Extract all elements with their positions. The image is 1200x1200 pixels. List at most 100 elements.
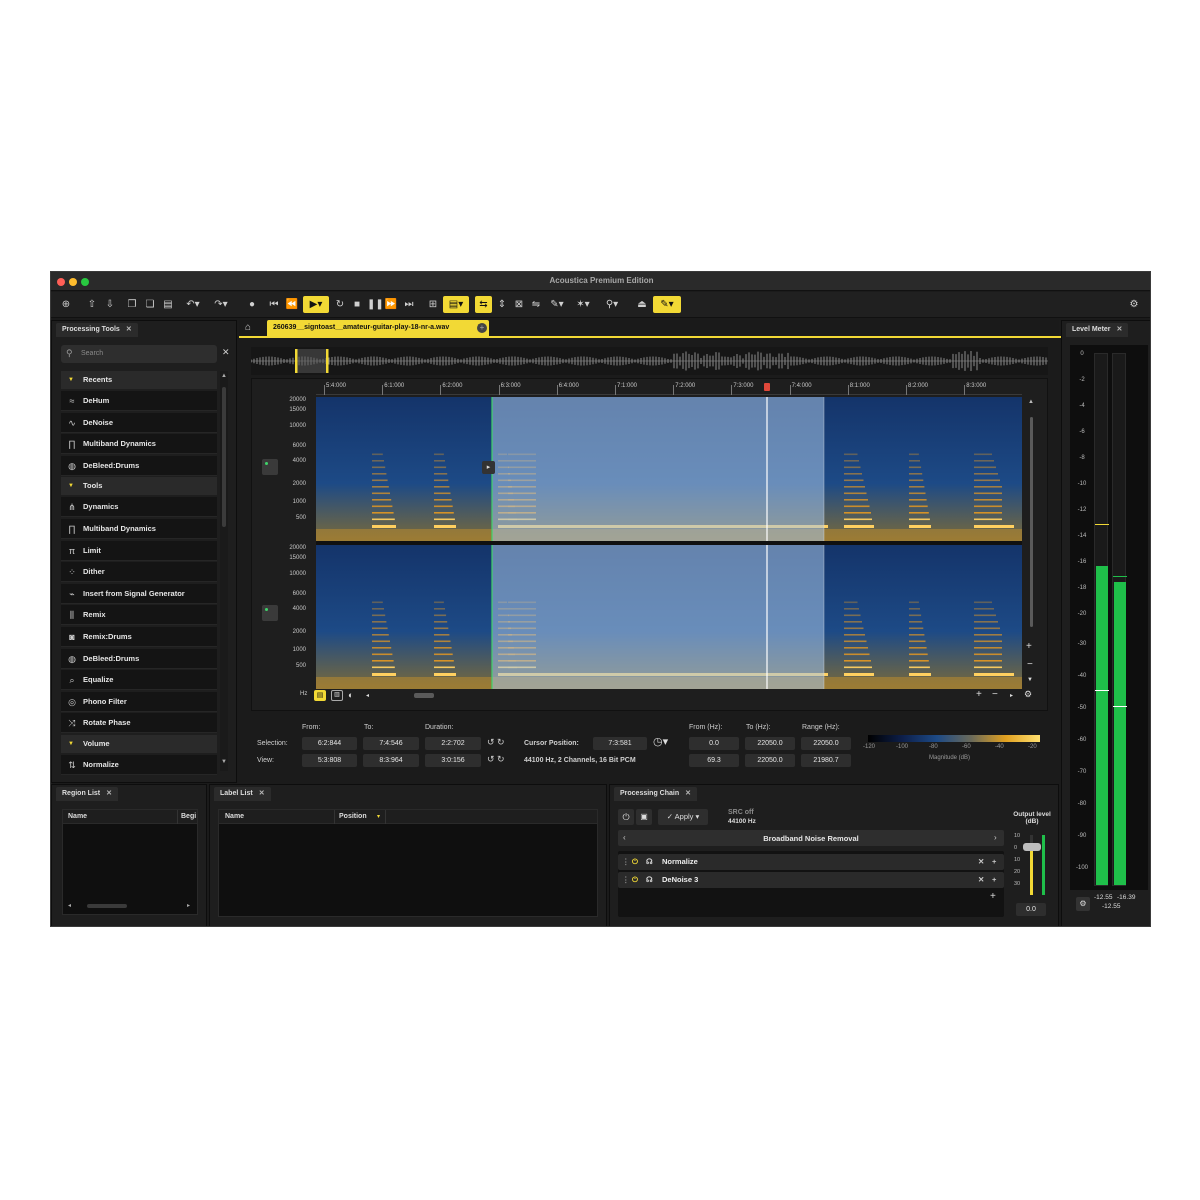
pencil-icon[interactable]: ✎▾ (653, 296, 681, 313)
tool-normalize[interactable]: ⇅ Normalize (61, 755, 217, 775)
selection-to-field[interactable]: 7:4:546 (363, 737, 419, 750)
undo-icon[interactable]: ↶▾ (183, 296, 203, 313)
brush-icon[interactable]: ✎▾ (547, 296, 567, 313)
copy-icon[interactable]: ❐ (125, 296, 139, 313)
tool-multiband-dynamics[interactable]: ∏ Multiband Dynamics (61, 519, 217, 539)
freq-view-range-field[interactable]: 21980.7 (801, 754, 851, 767)
output-level-field[interactable]: 0.0 (1016, 903, 1046, 916)
search-input[interactable]: ⚲ Search (61, 345, 217, 363)
settings-icon[interactable]: ⚙ (1127, 296, 1141, 313)
export-icon[interactable]: ⇧ (85, 296, 99, 313)
tab-processing-chain[interactable]: Processing Chain ✕ (614, 787, 698, 801)
column-begin[interactable]: Begi (181, 813, 196, 820)
add-effect-icon[interactable]: + (990, 891, 996, 902)
tool-multiband-dynamics[interactable]: ∏ Multiband Dynamics (61, 434, 217, 455)
select-icon[interactable]: ⇕ (495, 296, 509, 313)
scroll-down-icon[interactable]: ▼ (1027, 677, 1033, 683)
meter-settings-icon[interactable]: ⚙ (1076, 897, 1090, 911)
column-name[interactable]: Name (225, 813, 244, 820)
horizontal-scroll-thumb[interactable] (414, 693, 434, 698)
freq-range-field[interactable]: 22050.0 (801, 737, 851, 750)
contrast-icon[interactable]: ◐ (348, 690, 353, 700)
zoom-in-horizontal-icon[interactable]: + (976, 689, 982, 700)
tool-dynamics[interactable]: ⋔ Dynamics (61, 497, 217, 518)
scroll-left-icon[interactable]: ◂ (68, 902, 71, 909)
drag-handle-icon[interactable]: ⋮ (622, 872, 630, 888)
freq-from-field[interactable]: 0.0 (689, 737, 739, 750)
add-icon[interactable]: ⊕ (57, 296, 75, 313)
pause-icon[interactable]: ❚❚ (367, 296, 384, 313)
zoom-out-vertical-icon[interactable]: − (1027, 659, 1033, 670)
record-icon[interactable]: ● (245, 296, 259, 313)
output-level-slider[interactable] (1023, 843, 1041, 851)
tool-dehum[interactable]: ≈ DeHum (61, 391, 217, 411)
new-tab-icon[interactable]: + (477, 323, 487, 333)
cursor-position-field[interactable]: 7:3:581 (593, 737, 647, 750)
zoom-icon[interactable]: ⚲▾ (601, 296, 623, 313)
headphones-icon[interactable]: ☊ (646, 854, 653, 870)
snap-icon[interactable]: ⇆ (475, 296, 492, 313)
drag-handle-icon[interactable]: ⋮ (622, 854, 630, 870)
skip-start-icon[interactable]: ⏮ (267, 296, 281, 313)
tool-remix[interactable]: ⫼ Remix (61, 605, 217, 626)
paste-icon[interactable]: ❏ (143, 296, 157, 313)
save-icon[interactable]: ⇩ (103, 296, 117, 313)
tool-insert-from-signal-generator[interactable]: ⌁ Insert from Signal Generator (61, 583, 217, 604)
duplicate-icon[interactable]: ▤ (161, 296, 175, 313)
power-icon[interactable]: ⏻ (618, 809, 634, 825)
selection-duration-field[interactable]: 2:2:702 (425, 737, 481, 750)
zoom-out-horizontal-icon[interactable]: − (992, 689, 998, 700)
tool-remix-drums[interactable]: ◙ Remix:Drums (61, 627, 217, 647)
tool-equalize[interactable]: ⌕ Equalize (61, 670, 217, 691)
add-icon[interactable]: + (992, 854, 996, 870)
lasso-icon[interactable]: ⇋ (529, 296, 543, 313)
freq-to-field[interactable]: 22050.0 (745, 737, 795, 750)
spectrogram-display-icon[interactable]: ▤ (314, 690, 326, 701)
tool-phono-filter[interactable]: ◎ Phono Filter (61, 691, 217, 712)
overview-waveform[interactable] (250, 347, 1048, 375)
tool-rotate-phase[interactable]: ⤨ Rotate Phase (61, 713, 217, 734)
view-from-field[interactable]: 5:3:808 (302, 754, 357, 767)
region-scroll-thumb[interactable] (87, 904, 127, 908)
chain-item[interactable]: ⋮ ⏻ ☊ DeNoise 3 ✕ + (618, 872, 1004, 888)
tool-debleed-drums[interactable]: ◍ DeBleed:Drums (61, 648, 217, 669)
zoom-in-vertical-icon[interactable]: + (1026, 641, 1032, 652)
selection-from-field[interactable]: 6:2:844 (302, 737, 357, 750)
close-icon[interactable]: ✕ (1117, 326, 1123, 333)
spectrogram-channel-1[interactable] (316, 397, 1022, 541)
playhead-marker[interactable] (764, 383, 770, 391)
close-icon[interactable]: ✕ (106, 790, 112, 797)
redo-icon[interactable]: ↷▾ (211, 296, 231, 313)
loop-icon[interactable]: ↻ (333, 296, 347, 313)
fit-icon[interactable]: ⏏ (635, 296, 649, 313)
waveform-display-icon[interactable]: ▥ (331, 690, 343, 701)
preset-icon[interactable]: ▣ (636, 809, 652, 825)
view-undo-icon[interactable]: ↺ ↻ (487, 754, 505, 765)
view-to-field[interactable]: 8:3:964 (363, 754, 419, 767)
close-icon[interactable]: ✕ (259, 790, 265, 797)
section-recents[interactable]: ▼ Recents (61, 371, 217, 389)
document-tab[interactable]: 260639__signtoast__amateur-guitar-play-1… (267, 320, 489, 336)
skip-end-icon[interactable]: ⏭ (402, 296, 416, 313)
view-duration-field[interactable]: 3:0:156 (425, 754, 481, 767)
preset-selector[interactable]: ‹ Broadband Noise Removal › (618, 830, 1004, 846)
tool-debleed-drums[interactable]: ◍ DeBleed:Drums (61, 455, 217, 476)
channel-1-toggle[interactable] (262, 459, 278, 475)
remove-icon[interactable]: ✕ (978, 872, 984, 888)
sort-desc-icon[interactable]: ▾ (377, 813, 380, 820)
add-icon[interactable]: + (992, 872, 996, 888)
remove-icon[interactable]: ✕ (978, 854, 984, 870)
power-icon[interactable]: ⏻ (632, 854, 638, 870)
clear-search-icon[interactable]: ✕ (222, 347, 230, 358)
column-position[interactable]: Position (339, 813, 367, 820)
clock-icon[interactable]: ◷▾ (653, 735, 668, 748)
section-tools[interactable]: ▼ Tools (61, 477, 217, 496)
selection-handle-icon[interactable]: ▸ (482, 461, 495, 474)
tab-label-list[interactable]: Label List ✕ (214, 787, 271, 801)
freq-view-from-field[interactable]: 69.3 (689, 754, 739, 767)
close-icon[interactable]: ✕ (126, 326, 132, 333)
column-name[interactable]: Name (68, 813, 87, 820)
harmonic-select-icon[interactable]: ⊠ (512, 296, 526, 313)
channel-2-toggle[interactable] (262, 605, 278, 621)
fast-forward-icon[interactable]: ⏩ (384, 296, 398, 313)
